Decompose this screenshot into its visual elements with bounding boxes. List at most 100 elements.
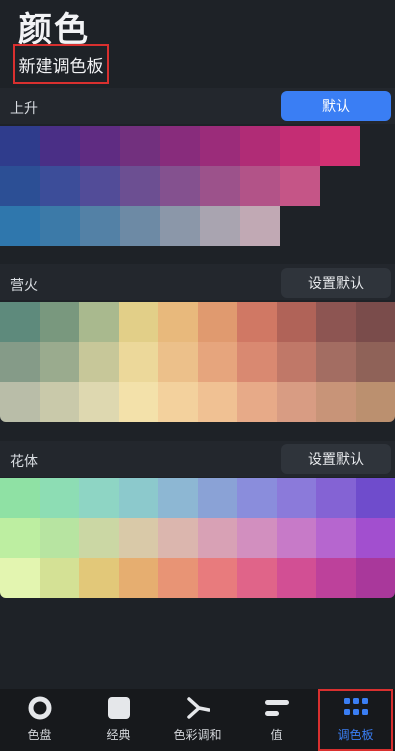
color-swatch bbox=[158, 382, 198, 422]
color-swatch bbox=[276, 382, 316, 422]
active-tab-highlight bbox=[318, 689, 393, 751]
color-swatch bbox=[0, 558, 40, 598]
tab-palettes[interactable]: 调色板 bbox=[316, 689, 395, 751]
color-swatch bbox=[276, 342, 316, 382]
section-header-campfire: 营火 设置默认 bbox=[0, 264, 395, 300]
color-swatch bbox=[79, 382, 119, 422]
palette-row bbox=[0, 382, 395, 422]
color-swatch bbox=[276, 518, 316, 558]
palette-row bbox=[0, 206, 280, 246]
color-swatch bbox=[237, 382, 277, 422]
tab-label: 色彩调和 bbox=[173, 728, 222, 742]
tab-color-wheel[interactable]: 色盘 bbox=[0, 689, 79, 751]
color-swatch bbox=[79, 558, 119, 598]
palette-row bbox=[0, 166, 320, 206]
color-swatch bbox=[79, 518, 119, 558]
color-swatch bbox=[200, 206, 240, 246]
color-swatch bbox=[39, 558, 79, 598]
color-swatch bbox=[276, 302, 316, 342]
harmony-icon bbox=[186, 696, 210, 720]
color-swatch bbox=[158, 302, 198, 342]
color-swatch bbox=[316, 478, 356, 518]
color-swatch bbox=[158, 342, 198, 382]
color-swatch bbox=[237, 478, 277, 518]
color-swatch bbox=[237, 518, 277, 558]
section-header-flower: 花体 设置默认 bbox=[0, 441, 395, 477]
default-button[interactable]: 默认 bbox=[281, 91, 391, 121]
color-swatch bbox=[276, 558, 316, 598]
set-default-button[interactable]: 设置默认 bbox=[281, 268, 391, 298]
color-swatch bbox=[0, 478, 40, 518]
color-swatch bbox=[237, 302, 277, 342]
color-swatch bbox=[40, 126, 80, 166]
palette-campfire[interactable] bbox=[0, 302, 395, 422]
color-swatch bbox=[240, 126, 280, 166]
color-swatch bbox=[355, 342, 395, 382]
color-swatch bbox=[240, 166, 280, 206]
tab-value[interactable]: 值 bbox=[237, 689, 316, 751]
color-swatch bbox=[39, 478, 79, 518]
color-swatch bbox=[120, 206, 160, 246]
color-swatch bbox=[0, 518, 40, 558]
color-swatch bbox=[200, 126, 240, 166]
color-swatch bbox=[160, 206, 200, 246]
color-swatch bbox=[39, 382, 79, 422]
color-swatch bbox=[0, 166, 40, 206]
tab-label: 经典 bbox=[106, 728, 131, 742]
bars-icon bbox=[262, 696, 292, 720]
color-swatch bbox=[0, 382, 40, 422]
color-swatch bbox=[237, 558, 277, 598]
ring-icon bbox=[28, 696, 52, 720]
color-swatch bbox=[316, 382, 356, 422]
color-swatch bbox=[79, 342, 119, 382]
color-swatch bbox=[120, 126, 160, 166]
section-header-rising: 上升 默认 bbox=[0, 88, 395, 124]
tab-bar: 色盘 经典 色彩调和 值 调色板 bbox=[0, 689, 395, 751]
color-swatch bbox=[160, 166, 200, 206]
palette-row bbox=[0, 342, 395, 382]
set-default-button[interactable]: 设置默认 bbox=[281, 444, 391, 474]
color-swatch bbox=[0, 206, 40, 246]
new-palette-button[interactable]: 新建调色板 bbox=[13, 44, 109, 84]
color-swatch bbox=[197, 382, 237, 422]
color-swatch bbox=[280, 126, 320, 166]
color-swatch bbox=[197, 478, 237, 518]
tab-harmony[interactable]: 色彩调和 bbox=[158, 689, 237, 751]
color-swatch bbox=[118, 382, 158, 422]
section-label: 营火 bbox=[10, 278, 38, 294]
color-swatch bbox=[118, 478, 158, 518]
palette-flower[interactable] bbox=[0, 478, 395, 598]
color-swatch bbox=[197, 518, 237, 558]
color-swatch bbox=[120, 166, 160, 206]
color-swatch bbox=[158, 478, 198, 518]
section-label: 花体 bbox=[10, 454, 38, 470]
palette-row bbox=[0, 126, 360, 166]
palette-row bbox=[0, 478, 395, 518]
color-swatch bbox=[0, 302, 40, 342]
color-swatch bbox=[80, 206, 120, 246]
color-swatch bbox=[118, 342, 158, 382]
color-swatch bbox=[197, 302, 237, 342]
color-swatch bbox=[80, 166, 120, 206]
square-icon bbox=[107, 696, 131, 720]
tab-classic[interactable]: 经典 bbox=[79, 689, 158, 751]
color-swatch bbox=[316, 518, 356, 558]
palette-row bbox=[0, 302, 395, 342]
color-swatch bbox=[39, 342, 79, 382]
color-swatch bbox=[79, 302, 119, 342]
color-swatch bbox=[39, 518, 79, 558]
color-swatch bbox=[320, 126, 360, 166]
color-swatch bbox=[355, 382, 395, 422]
palette-row bbox=[0, 558, 395, 598]
color-swatch bbox=[118, 558, 158, 598]
color-swatch bbox=[237, 342, 277, 382]
color-swatch bbox=[158, 518, 198, 558]
color-swatch bbox=[0, 342, 40, 382]
color-swatch bbox=[197, 342, 237, 382]
color-swatch bbox=[280, 166, 320, 206]
color-swatch bbox=[118, 518, 158, 558]
color-swatch bbox=[355, 558, 395, 598]
color-swatch bbox=[158, 558, 198, 598]
color-swatch bbox=[200, 166, 240, 206]
color-swatch bbox=[316, 342, 356, 382]
